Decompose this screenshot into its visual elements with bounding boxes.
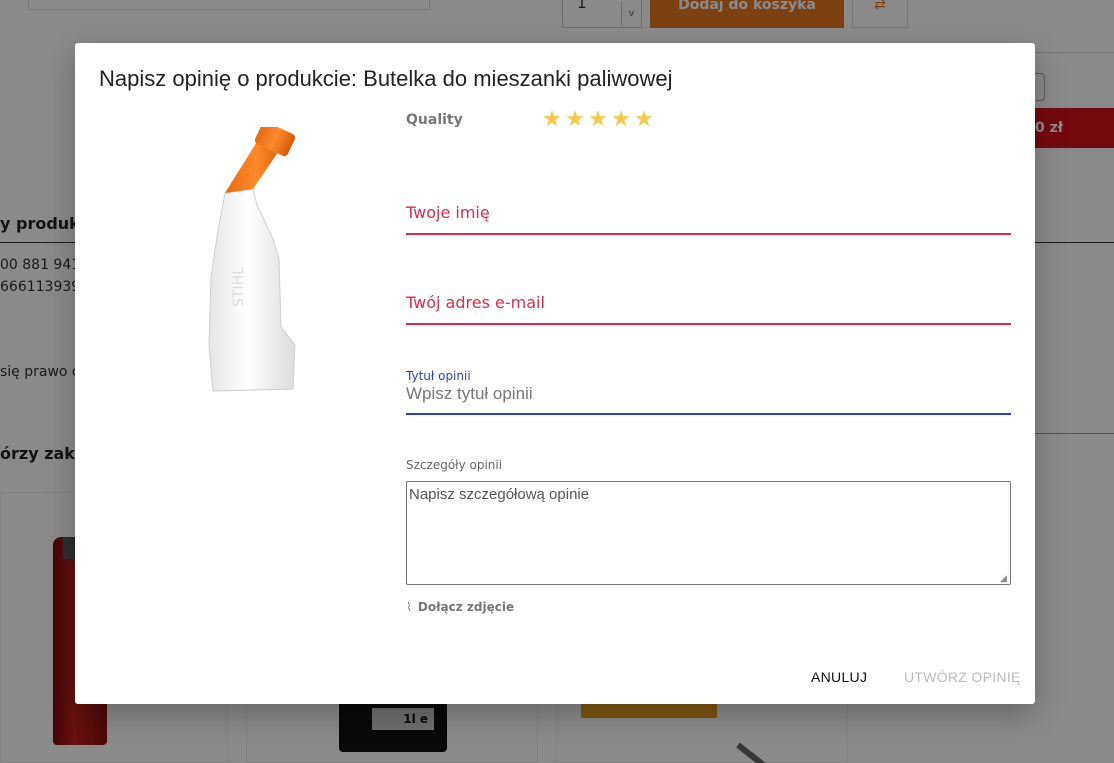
field-underline: [406, 413, 1011, 415]
star-icon[interactable]: ★: [610, 109, 632, 131]
quality-label: Quality: [406, 112, 463, 128]
review-details-textarea[interactable]: [406, 481, 1011, 585]
star-icon[interactable]: ★: [564, 109, 586, 131]
star-icon[interactable]: ★: [541, 109, 563, 131]
cancel-button[interactable]: ANULUJ: [811, 669, 867, 685]
field-underline: [406, 323, 1011, 325]
attach-photo-button[interactable]: ⌇ Dołącz zdjęcie: [406, 600, 514, 614]
dialog-title: Napisz opinię o produkcie: Butelka do mi…: [99, 66, 673, 91]
review-title-field[interactable]: Tytuł opinii: [406, 365, 1011, 415]
review-dialog: Napisz opinię o produkcie: Butelka do mi…: [75, 43, 1035, 704]
name-field[interactable]: Twoje imię: [406, 203, 1011, 235]
review-details-label: Szczegóły opinii: [406, 458, 503, 472]
review-title-label: Tytuł opinii: [406, 369, 471, 383]
submit-review-button[interactable]: UTWÓRZ OPINIĘ: [904, 669, 1021, 685]
review-title-input[interactable]: [406, 384, 1011, 404]
field-underline: [406, 233, 1011, 235]
rating-stars[interactable]: ★ ★ ★ ★ ★: [541, 109, 655, 131]
resize-handle-icon[interactable]: ◢: [1000, 574, 1010, 584]
svg-text:STIHL: STIHL: [231, 267, 247, 307]
attach-photo-label: Dołącz zdjęcie: [417, 600, 515, 614]
star-icon[interactable]: ★: [633, 109, 655, 131]
paperclip-icon: ⌇: [406, 600, 412, 614]
star-icon[interactable]: ★: [587, 109, 609, 131]
name-label: Twoje imię: [406, 203, 490, 222]
email-label: Twój adres e-mail: [406, 293, 545, 312]
email-field[interactable]: Twój adres e-mail: [406, 293, 1011, 325]
product-image: STIHL: [208, 127, 296, 392]
